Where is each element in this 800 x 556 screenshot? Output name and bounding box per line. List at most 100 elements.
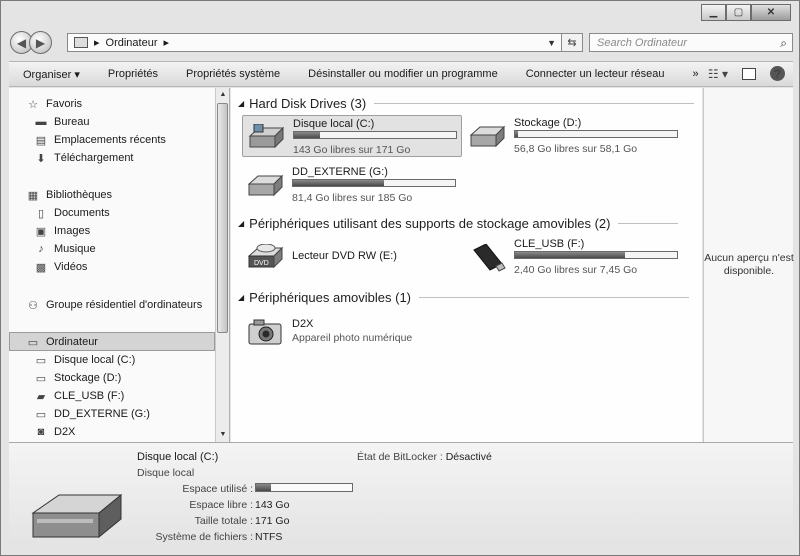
usb-drive-icon [473,244,506,272]
view-options-icon[interactable]: ☷ ▾ [708,67,728,81]
details-bitlocker-label: État de BitLocker : [357,451,443,463]
drive-free-space: 56,8 Go libres sur 58,1 Go [514,143,638,155]
homegroup-icon: ⚇ [28,299,38,312]
scroll-up-icon[interactable]: ▲ [216,88,230,102]
drive-name: DD_EXTERNE (G:) [292,166,388,178]
sidebar-item-ordinateur[interactable]: ▭ Ordinateur [26,333,98,351]
preview-pane-icon[interactable] [742,67,756,80]
group-header-removable[interactable]: ◢ Périphériques amovibles (1) [238,288,690,306]
search-icon[interactable]: ⌕ [780,36,787,51]
chevron-right-icon: ▸ [94,37,100,49]
close-button[interactable]: ✕ [751,4,791,21]
chevron-right-icon[interactable]: ▸ [164,36,170,49]
breadcrumb-item-ordinateur[interactable]: Ordinateur [106,37,158,49]
drive-usage-bar [514,130,678,138]
sidebar-item-label: Disque local (C:) [54,354,136,366]
details-bitlocker: État de BitLocker : Désactivé [357,451,492,463]
download-icon: ⬇ [36,152,46,165]
sidebar-item-label: Ordinateur [46,336,98,348]
sidebar-item-disque-local-c[interactable]: ▭ Disque local (C:) [34,351,136,369]
drive-usage-bar [292,179,456,187]
group-title: Périphériques utilisant des supports de … [249,215,611,231]
drive-usage-fill [515,252,626,258]
sidebar-item-label: CLE_USB (F:) [54,390,125,402]
breadcrumb: ▸ Ordinateur ▸ [94,36,170,50]
collapse-triangle-icon[interactable]: ◢ [238,293,244,302]
details-fs-label: Système de fichiers : [155,531,253,543]
system-properties-button[interactable]: Propriétés système [172,68,294,80]
details-total-value: 171 Go [255,515,290,527]
view-controls: ☷ ▾ ? [708,66,785,81]
address-bar[interactable]: ▸ Ordinateur ▸ ▼ [67,33,563,52]
organize-button[interactable]: Organiser ▾ [9,68,94,81]
sidebar-item-label: Images [54,225,91,237]
star-icon: ☆ [28,98,38,111]
scroll-down-icon[interactable]: ▼ [216,428,230,442]
nav-scrollbar[interactable]: ▲ ▼ [215,88,229,442]
group-divider [618,223,679,224]
drive-free-space: 143 Go libres sur 171 Go [293,144,411,156]
drive-item-c[interactable]: Disque local (C:) 143 Go libres sur 171 … [242,115,462,157]
drive-name: Disque local (C:) [293,118,375,130]
sidebar-item-telechargement[interactable]: ⬇ Téléchargement [34,149,133,167]
search-input[interactable]: Search Ordinateur ⌕ [589,33,793,52]
group-divider [419,297,690,298]
drive-item-f[interactable]: CLE_USB (F:) 2,40 Go libres sur 7,45 Go [464,236,684,278]
collapse-triangle-icon[interactable]: ◢ [238,99,244,108]
maximize-button[interactable]: ▢ [726,4,751,21]
group-header-hdd[interactable]: ◢ Hard Disk Drives (3) [238,94,695,112]
details-fs-value: NTFS [255,531,283,543]
properties-button[interactable]: Propriétés [94,68,172,80]
sidebar-item-bibliotheques[interactable]: ▦ Bibliothèques [26,186,112,204]
sidebar-item-label: D2X [54,426,76,438]
group-title: Périphériques amovibles (1) [249,289,412,305]
details-usage-fill [256,484,272,491]
recent-places-icon: ▤ [35,134,47,147]
computer-icon [74,37,88,48]
sidebar-item-favoris[interactable]: ☆ Favoris [26,95,82,113]
sidebar-item-label: Bureau [54,116,90,128]
sidebar-item-cle-usb-f[interactable]: ▰ CLE_USB (F:) [34,387,125,405]
sidebar-item-documents[interactable]: ▯ Documents [34,204,110,222]
drive-free-space: 81,4 Go libres sur 185 Go [292,192,413,204]
sidebar-item-label: Documents [54,207,110,219]
sidebar-item-bureau[interactable]: ▬ Bureau [34,113,90,131]
scrollbar-thumb[interactable] [217,103,228,333]
group-header-removable-storage[interactable]: ◢ Périphériques utilisant des supports d… [238,214,679,232]
drive-item-g[interactable]: DD_EXTERNE (G:) 81,4 Go libres sur 185 G… [242,164,462,206]
collapse-triangle-icon[interactable]: ◢ [238,219,244,228]
details-free-value: 143 Go [255,499,290,511]
sidebar-item-musique[interactable]: ♪ Musique [34,240,96,258]
sidebar-item-dd-externe-g[interactable]: ▭ DD_EXTERNE (G:) [34,405,150,423]
picture-icon: ▣ [35,225,47,238]
chevron-down-icon[interactable]: ▼ [547,38,556,48]
library-icon: ▦ [27,189,39,202]
sidebar-item-images[interactable]: ▣ Images [34,222,90,240]
device-item-d2x[interactable]: D2X Appareil photo numérique [242,310,462,352]
document-icon: ▯ [37,207,45,220]
map-network-drive-button[interactable]: Connecter un lecteur réseau [512,68,679,80]
dvd-drive-icon: DVD [247,244,284,269]
uninstall-program-button[interactable]: Désinstaller ou modifier un programme [294,68,512,80]
content-pane: ◢ Hard Disk Drives (3) Disque local (C:)… [231,88,702,442]
sidebar-item-stockage-d[interactable]: ▭ Stockage (D:) [34,369,121,387]
details-title: Disque local (C:) [137,451,219,463]
minimize-button[interactable]: ▁ [701,4,726,21]
sidebar-item-groupe-residentiel[interactable]: ⚇ Groupe résidentiel d'ordinateurs [26,296,202,314]
address-row: ◀ ▶ ▸ Ordinateur ▸ ▼ ⇆ Search Ordinateur… [9,30,793,56]
drive-item-d[interactable]: Stockage (D:) 56,8 Go libres sur 58,1 Go [464,115,684,157]
computer-icon: ▭ [27,336,39,349]
sidebar-item-label: Musique [54,243,96,255]
music-note-icon: ♪ [38,243,44,255]
forward-button[interactable]: ▶ [29,31,52,54]
navigation-pane: ☆ Favoris ▬ Bureau ▤ Emplacements récent… [9,88,230,442]
hard-drive-icon: ▭ [35,354,47,367]
sidebar-item-emplacements-recents[interactable]: ▤ Emplacements récents [34,131,166,149]
help-icon[interactable]: ? [770,66,785,81]
sidebar-item-videos[interactable]: ▩ Vidéos [34,258,88,276]
drive-item-e[interactable]: DVD Lecteur DVD RW (E:) [242,236,462,278]
details-used-label: Espace utilisé : [182,483,253,495]
explorer-window: ▁ ▢ ✕ ◀ ▶ ▸ Ordinateur ▸ ▼ ⇆ Search Ordi… [0,0,800,556]
sidebar-item-d2x[interactable]: ◙ D2X [34,423,76,441]
refresh-button[interactable]: ⇆ [561,33,583,52]
